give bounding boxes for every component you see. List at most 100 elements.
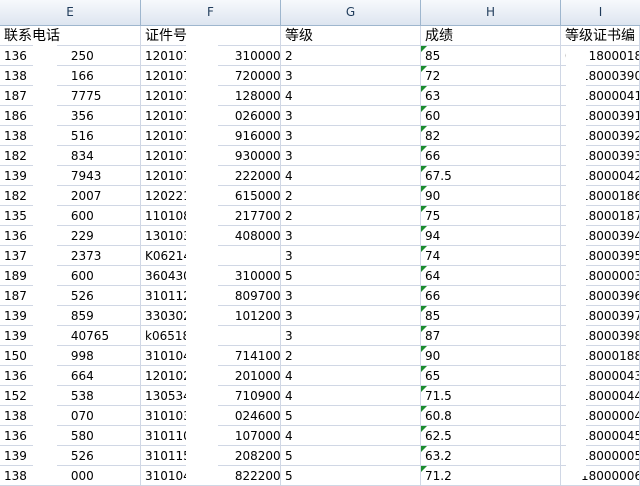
- cell-value-suffix: 6150000: [234, 189, 281, 203]
- phone-cell[interactable]: 139 859: [0, 306, 141, 326]
- score-cell[interactable]: 65: [421, 366, 561, 386]
- level-cell[interactable]: 5: [281, 466, 421, 486]
- score-cell[interactable]: 90: [421, 346, 561, 366]
- score-cell[interactable]: 62.5: [421, 426, 561, 446]
- level-cell[interactable]: 3: [281, 226, 421, 246]
- cell-value: 152: [4, 389, 27, 403]
- phone-cell[interactable]: 182 2007: [0, 186, 141, 206]
- table-row: 182 834 120107 9300000 3 66 18000393: [0, 146, 640, 166]
- cell-value-suffix: 3100000: [234, 49, 281, 63]
- phone-cell[interactable]: 137 2373: [0, 246, 141, 266]
- cell-value: 2: [285, 209, 293, 223]
- level-cell[interactable]: 5: [281, 266, 421, 286]
- level-cell[interactable]: 3: [281, 326, 421, 346]
- phone-cell[interactable]: 139 526: [0, 446, 141, 466]
- score-cell[interactable]: 67.5: [421, 166, 561, 186]
- header-phone[interactable]: 联系电话: [0, 26, 141, 46]
- phone-cell[interactable]: 138 516: [0, 126, 141, 146]
- level-cell[interactable]: 3: [281, 66, 421, 86]
- phone-cell[interactable]: 186 356: [0, 106, 141, 126]
- header-level[interactable]: 等级: [281, 26, 421, 46]
- cell-value-suffix: 18000003: [581, 269, 640, 283]
- cell-value: 120107: [145, 129, 191, 143]
- cell-value-suffix: 166: [70, 69, 94, 83]
- score-cell[interactable]: 74: [421, 246, 561, 266]
- phone-cell[interactable]: 187 526: [0, 286, 141, 306]
- level-cell[interactable]: 3: [281, 106, 421, 126]
- phone-cell[interactable]: 136 580: [0, 426, 141, 446]
- number-as-text-indicator-icon: [421, 186, 427, 192]
- level-cell[interactable]: 4: [281, 426, 421, 446]
- level-cell[interactable]: 2: [281, 206, 421, 226]
- level-cell[interactable]: 3: [281, 286, 421, 306]
- column-header-i[interactable]: I: [561, 0, 640, 25]
- level-cell[interactable]: 3: [281, 306, 421, 326]
- level-cell[interactable]: 4: [281, 166, 421, 186]
- score-cell[interactable]: 72: [421, 66, 561, 86]
- phone-cell[interactable]: 136 229: [0, 226, 141, 246]
- phone-cell[interactable]: 138 000: [0, 466, 141, 486]
- score-cell[interactable]: 63.2: [421, 446, 561, 466]
- cell-value-suffix: 000: [70, 469, 94, 483]
- level-cell[interactable]: 5: [281, 446, 421, 466]
- score-cell[interactable]: 82: [421, 126, 561, 146]
- score-cell[interactable]: 66: [421, 286, 561, 306]
- table-row: 152 538 130534 7109000 4 71.5 18000044: [0, 386, 640, 406]
- score-cell[interactable]: 90: [421, 186, 561, 206]
- cell-value: 3: [285, 69, 293, 83]
- cell-value: 130103: [145, 229, 191, 243]
- column-header-e[interactable]: E: [0, 0, 141, 25]
- phone-cell[interactable]: 139 40765: [0, 326, 141, 346]
- level-cell[interactable]: 2: [281, 46, 421, 66]
- header-id-number[interactable]: 证件号: [141, 26, 281, 46]
- phone-cell[interactable]: 189 600: [0, 266, 141, 286]
- cell-value-suffix: 9300000: [234, 149, 281, 163]
- score-cell[interactable]: 60: [421, 106, 561, 126]
- column-header-f[interactable]: F: [141, 0, 281, 25]
- column-header-g[interactable]: G: [281, 0, 421, 25]
- phone-cell[interactable]: 136 664: [0, 366, 141, 386]
- level-cell[interactable]: 5: [281, 406, 421, 426]
- phone-cell[interactable]: 187 7775: [0, 86, 141, 106]
- level-cell[interactable]: 3: [281, 126, 421, 146]
- phone-cell[interactable]: 150 998: [0, 346, 141, 366]
- phone-cell[interactable]: 138 070: [0, 406, 141, 426]
- level-cell[interactable]: 3: [281, 146, 421, 166]
- level-cell[interactable]: 4: [281, 86, 421, 106]
- score-cell[interactable]: 71.5: [421, 386, 561, 406]
- score-cell[interactable]: 64: [421, 266, 561, 286]
- table-row: 138 000 310104 8222000 5 71.2 18000006: [0, 466, 640, 486]
- cell-value-suffix: 070: [70, 409, 94, 423]
- cell-value: 4: [285, 169, 293, 183]
- phone-cell[interactable]: 152 538: [0, 386, 141, 406]
- header-score[interactable]: 成绩: [421, 26, 561, 46]
- level-cell[interactable]: 2: [281, 346, 421, 366]
- column-header-h[interactable]: H: [421, 0, 561, 25]
- cell-value: 120107: [145, 109, 191, 123]
- cell-value: 85: [425, 309, 441, 323]
- score-cell[interactable]: 71.2: [421, 466, 561, 486]
- cell-value: 139: [4, 309, 27, 323]
- level-cell[interactable]: 2: [281, 186, 421, 206]
- score-cell[interactable]: 75: [421, 206, 561, 226]
- phone-cell[interactable]: 135 600: [0, 206, 141, 226]
- phone-cell[interactable]: 139 7943: [0, 166, 141, 186]
- cell-value-suffix: 4080000: [234, 229, 281, 243]
- number-as-text-indicator-icon: [421, 366, 427, 372]
- phone-cell[interactable]: 136 250: [0, 46, 141, 66]
- score-cell[interactable]: 85: [421, 306, 561, 326]
- score-cell[interactable]: 87: [421, 326, 561, 346]
- score-cell[interactable]: 85: [421, 46, 561, 66]
- cell-value: 138: [4, 69, 27, 83]
- phone-cell[interactable]: 138 166: [0, 66, 141, 86]
- level-cell[interactable]: 4: [281, 366, 421, 386]
- score-cell[interactable]: 94: [421, 226, 561, 246]
- score-cell[interactable]: 66: [421, 146, 561, 166]
- header-certificate-number[interactable]: 等级证书编: [561, 26, 640, 46]
- score-cell[interactable]: 60.8: [421, 406, 561, 426]
- level-cell[interactable]: 3: [281, 246, 421, 266]
- score-cell[interactable]: 63: [421, 86, 561, 106]
- level-cell[interactable]: 4: [281, 386, 421, 406]
- phone-cell[interactable]: 182 834: [0, 146, 141, 166]
- cell-value: 187: [4, 89, 27, 103]
